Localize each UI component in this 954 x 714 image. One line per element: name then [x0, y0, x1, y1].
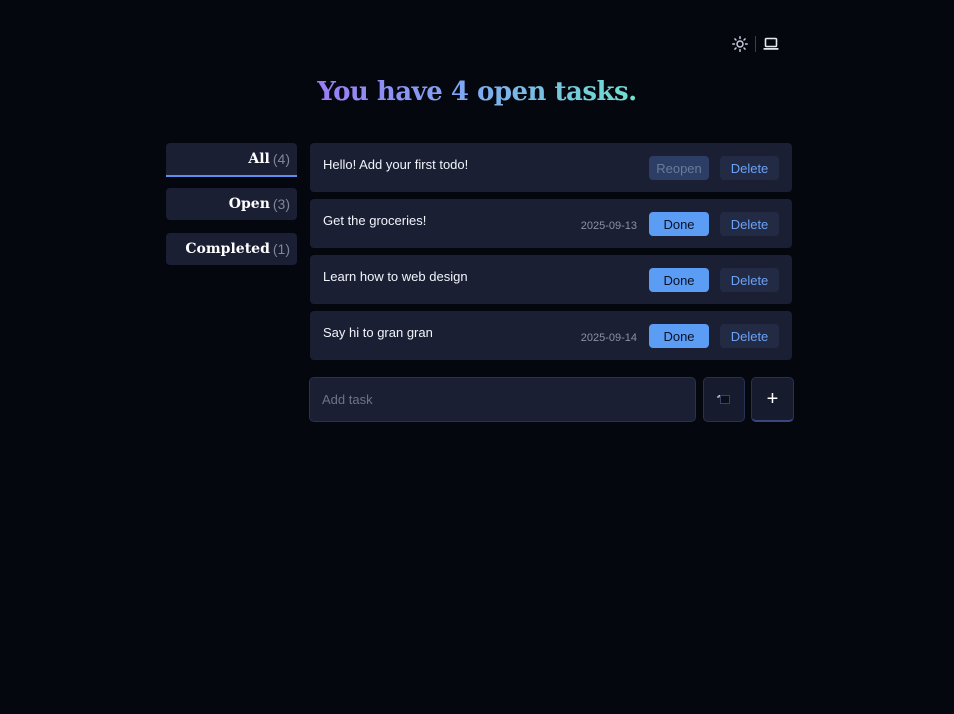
filter-open[interactable]: Open (3) — [166, 188, 297, 220]
filter-label: All — [248, 151, 270, 167]
system-theme-button[interactable] — [760, 33, 782, 55]
task-item: Get the groceries! 2025-09-13 Done Delet… — [310, 199, 792, 248]
theme-divider — [755, 36, 756, 52]
add-task-button[interactable]: + — [751, 377, 794, 422]
task-item: Hello! Add your first todo! Reopen Delet… — [310, 143, 792, 192]
page-title-text: You have 4 open tasks. — [317, 77, 637, 107]
filter-label: Open — [228, 196, 270, 212]
sun-icon — [732, 36, 748, 52]
filter-count: (1) — [272, 241, 290, 257]
reopen-button[interactable]: Reopen — [649, 156, 709, 180]
add-task-row: + — [309, 377, 794, 422]
delete-button[interactable]: Delete — [720, 212, 779, 236]
done-button[interactable]: Done — [649, 268, 709, 292]
calendar-icon — [717, 394, 730, 404]
laptop-icon — [763, 37, 779, 50]
filter-count: (4) — [272, 151, 290, 167]
filter-label: Completed — [185, 241, 270, 257]
page-title: You have 4 open tasks. — [0, 72, 954, 112]
light-theme-button[interactable] — [729, 33, 751, 55]
task-list: Hello! Add your first todo! Reopen Delet… — [310, 143, 792, 367]
theme-switch — [729, 33, 782, 55]
delete-button[interactable]: Delete — [720, 268, 779, 292]
task-due-date: 2025-09-13 — [580, 220, 637, 232]
filter-sidebar: All (4) Open (3) Completed (1) — [166, 143, 297, 278]
delete-button[interactable]: Delete — [720, 324, 779, 348]
filter-all[interactable]: All (4) — [166, 143, 297, 177]
task-title: Learn how to web design — [323, 269, 468, 284]
task-title: Get the groceries! — [323, 213, 427, 228]
task-due-date: 2025-09-14 — [580, 332, 637, 344]
done-button[interactable]: Done — [649, 324, 709, 348]
task-title: Say hi to gran gran — [323, 325, 433, 340]
done-button[interactable]: Done — [649, 212, 709, 236]
filter-completed[interactable]: Completed (1) — [166, 233, 297, 265]
delete-button[interactable]: Delete — [720, 156, 779, 180]
task-title: Hello! Add your first todo! — [323, 157, 469, 172]
due-date-button[interactable] — [703, 377, 745, 422]
filter-count: (3) — [272, 196, 290, 212]
task-item: Say hi to gran gran 2025-09-14 Done Dele… — [310, 311, 792, 360]
add-task-input[interactable] — [309, 377, 696, 422]
task-item: Learn how to web design Done Delete — [310, 255, 792, 304]
